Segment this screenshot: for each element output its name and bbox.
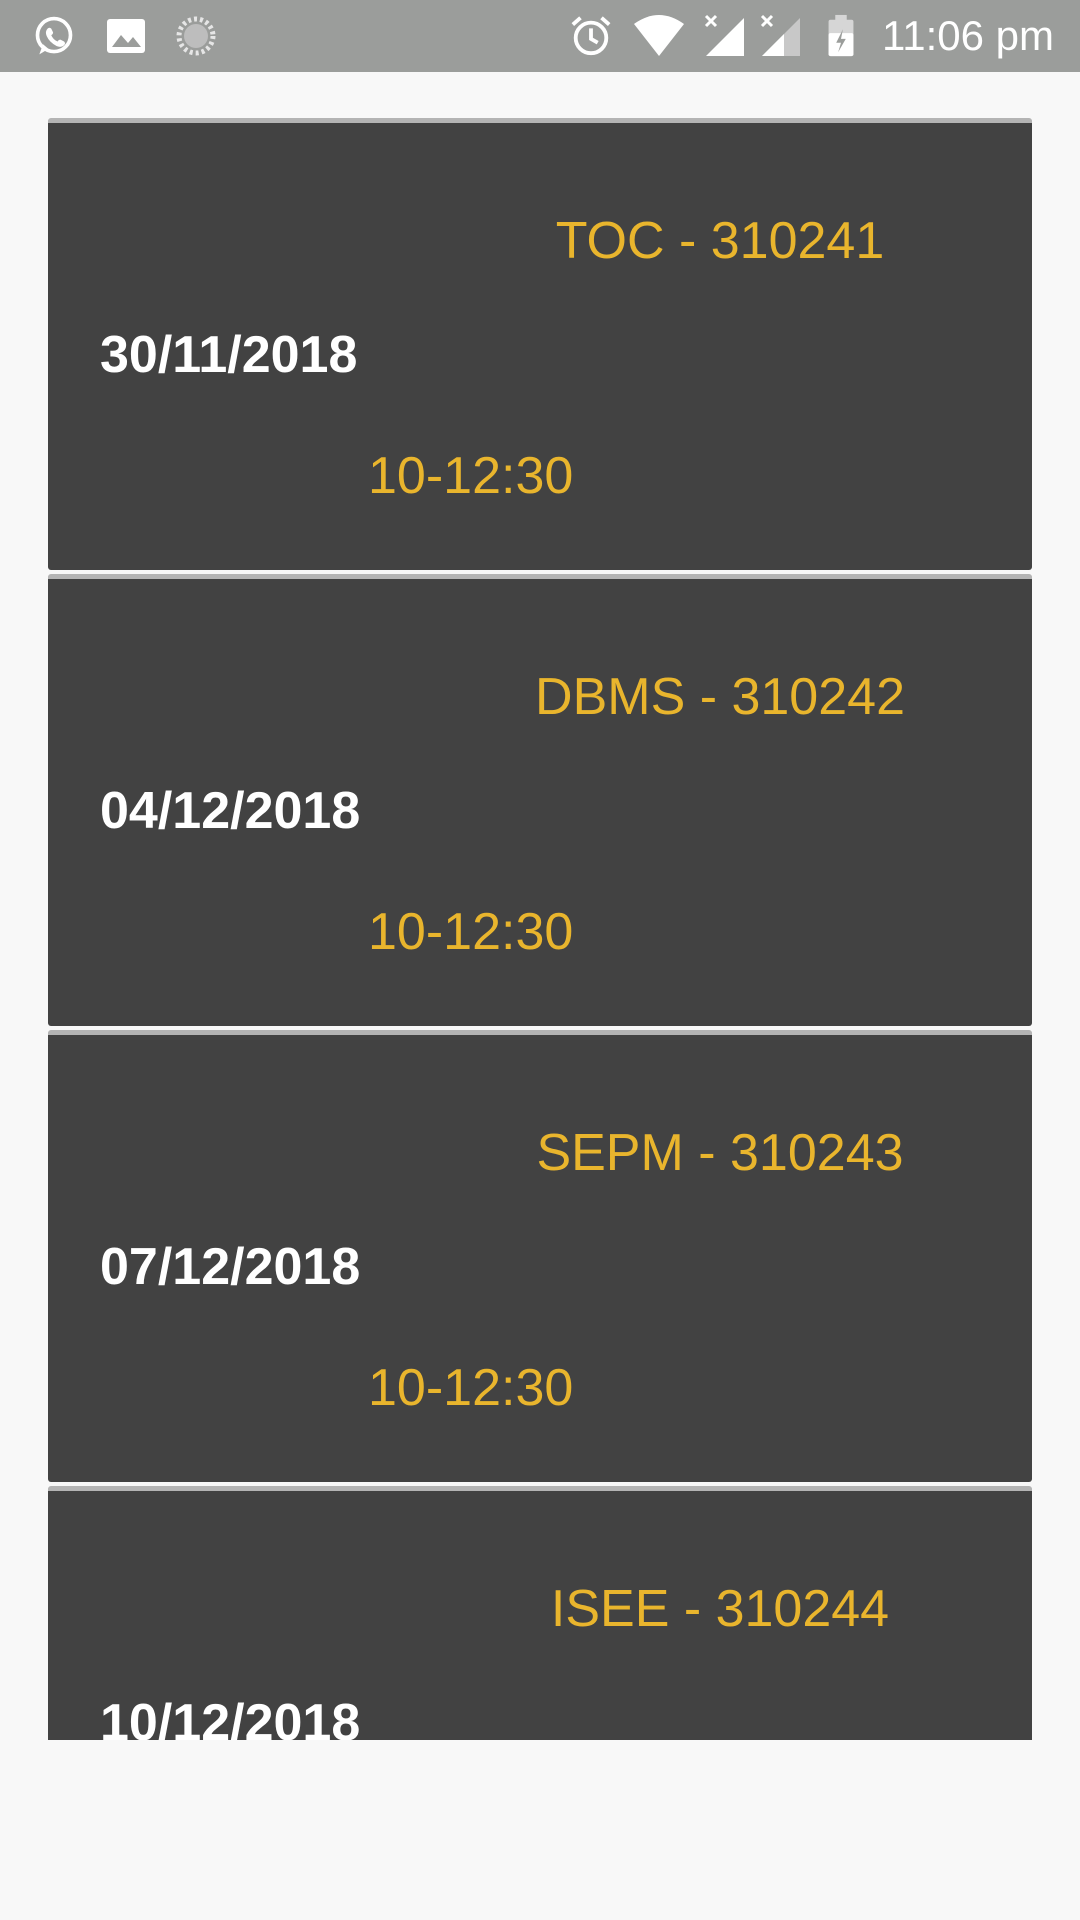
exam-time: 10-12:30 bbox=[368, 1359, 574, 1417]
exam-subject: DBMS - 310242 bbox=[535, 668, 905, 726]
exam-list[interactable]: TOC - 310241 30/11/2018 10-12:30 DBMS - … bbox=[48, 118, 1032, 1740]
exam-date: 10/12/2018 bbox=[100, 1694, 361, 1740]
signal-icon bbox=[760, 14, 800, 56]
exam-subject: SEPM - 310243 bbox=[536, 1124, 904, 1182]
exam-card[interactable]: TOC - 310241 30/11/2018 10-12:30 bbox=[48, 118, 1032, 570]
exam-card[interactable]: DBMS - 310242 04/12/2018 10-12:30 bbox=[48, 574, 1032, 1026]
gallery-icon bbox=[107, 19, 145, 53]
exam-card[interactable]: SEPM - 310243 07/12/2018 10-12:30 bbox=[48, 1030, 1032, 1482]
status-time: 11:06 pm bbox=[882, 12, 1054, 59]
exam-date: 07/12/2018 bbox=[100, 1238, 361, 1296]
exam-time: 10-12:30 bbox=[368, 447, 574, 505]
sync-icon bbox=[176, 16, 216, 56]
exam-subject: TOC - 310241 bbox=[555, 212, 885, 270]
whatsapp-icon bbox=[35, 16, 73, 55]
exam-subject: ISEE - 310244 bbox=[550, 1580, 890, 1638]
battery-icon bbox=[828, 14, 854, 57]
exam-date: 30/11/2018 bbox=[100, 326, 358, 384]
signal-icon bbox=[704, 14, 744, 56]
status-bar: 11:06 pm bbox=[0, 0, 1080, 72]
wifi-icon bbox=[634, 15, 684, 56]
exam-time: 10-12:30 bbox=[368, 903, 574, 961]
exam-date: 04/12/2018 bbox=[100, 782, 361, 840]
exam-card[interactable]: ISEE - 310244 10/12/2018 bbox=[48, 1486, 1032, 1740]
alarm-icon bbox=[571, 16, 611, 56]
